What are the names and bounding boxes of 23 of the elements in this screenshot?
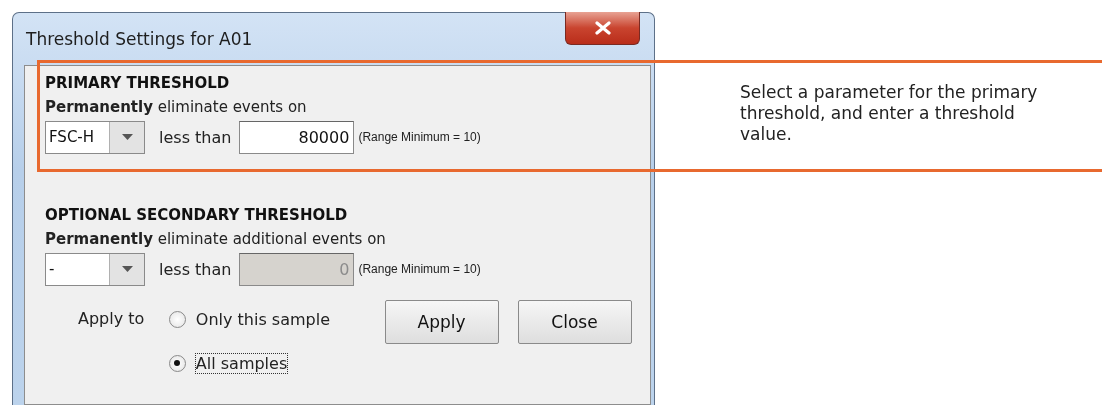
- radio-label[interactable]: All samples: [195, 353, 288, 373]
- radio-button[interactable]: [168, 310, 186, 328]
- apply-button[interactable]: Apply: [384, 300, 499, 344]
- caret-icon: [121, 266, 133, 272]
- comparison-label: less than: [159, 127, 232, 147]
- range-note: (Range Minimum = 10): [358, 262, 481, 276]
- close-dialog-button[interactable]: Close: [517, 300, 632, 344]
- radio-button[interactable]: [168, 354, 186, 372]
- callout-text: Select a parameter for the primary threshold, and enter a threshold value.: [740, 82, 1039, 146]
- instruction-text: Permanently eliminate events on: [45, 97, 308, 118]
- close-icon: [593, 21, 612, 35]
- section-heading: OPTIONAL SECONDARY THRESHOLD: [45, 206, 349, 226]
- window-title: Threshold Settings for A01: [26, 29, 253, 49]
- close-button[interactable]: [565, 12, 640, 45]
- caret-icon: [121, 134, 133, 140]
- parameter-dropdown[interactable]: FSC-H: [45, 120, 145, 154]
- radio-label[interactable]: Only this sample: [195, 309, 330, 329]
- comparison-label: less than: [159, 259, 232, 279]
- apply-to-label: Apply to: [78, 308, 146, 330]
- instruction-text: Permanently eliminate additional events on: [45, 229, 387, 250]
- range-note: (Range Minimum = 10): [358, 130, 481, 144]
- threshold-field[interactable]: 80000: [239, 120, 355, 154]
- section-heading: PRIMARY THRESHOLD: [45, 74, 231, 94]
